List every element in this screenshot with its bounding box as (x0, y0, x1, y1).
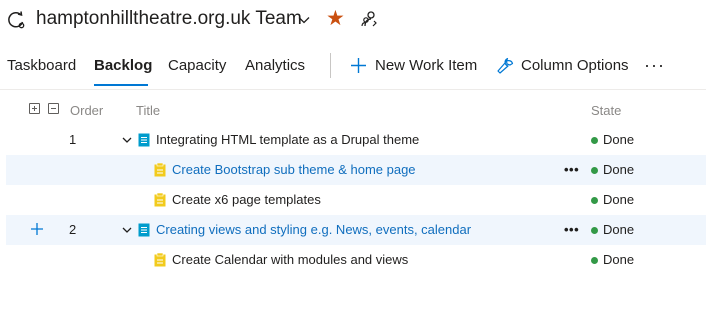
column-header-state[interactable]: State (591, 103, 621, 118)
star-icon[interactable]: ★ (326, 7, 345, 31)
expand-all-button[interactable] (29, 103, 40, 114)
tab-taskboard[interactable]: Taskboard (7, 57, 76, 74)
active-tab-indicator (94, 84, 148, 86)
backlog-row[interactable]: 2 Creating views and styling e.g. News, … (6, 215, 706, 245)
collapse-all-button[interactable] (48, 103, 59, 114)
task-icon (154, 253, 166, 267)
work-item-state[interactable]: Done (603, 155, 634, 185)
work-item-state[interactable]: Done (603, 125, 634, 155)
toolbar-divider (330, 53, 331, 78)
work-item-title[interactable]: Create x6 page templates (172, 185, 321, 215)
state-done-indicator (591, 197, 598, 204)
work-item-state[interactable]: Done (603, 215, 634, 245)
row-more-button[interactable]: ••• (564, 215, 579, 245)
row-more-button[interactable]: ••• (564, 155, 579, 185)
people-settings-icon[interactable] (360, 9, 380, 29)
work-item-title[interactable]: Creating views and styling e.g. News, ev… (156, 215, 471, 245)
product-backlog-item-icon (138, 223, 150, 237)
state-done-indicator (591, 167, 598, 174)
work-item-title[interactable]: Create Calendar with modules and views (172, 245, 408, 275)
task-icon (154, 163, 166, 177)
column-header-title[interactable]: Title (136, 103, 160, 118)
tab-analytics[interactable]: Analytics (245, 57, 305, 74)
tab-capacity[interactable]: Capacity (168, 57, 226, 74)
add-child-plus-icon[interactable] (30, 222, 44, 236)
task-icon (154, 193, 166, 207)
work-item-state[interactable]: Done (603, 245, 634, 275)
new-work-item-button[interactable]: New Work Item (375, 57, 477, 74)
team-name[interactable]: hamptonhilltheatre.org.uk Team (36, 8, 302, 30)
work-item-state[interactable]: Done (603, 185, 634, 215)
product-backlog-item-icon (138, 133, 150, 147)
backlog-row[interactable]: Create Bootstrap sub theme & home page •… (6, 155, 706, 185)
backlog-row[interactable]: 1 Integrating HTML template as a Drupal … (6, 125, 706, 155)
backlog-row[interactable]: Create Calendar with modules and views D… (6, 245, 706, 275)
column-options-button[interactable]: Column Options (521, 57, 629, 74)
more-actions-button[interactable]: ··· (644, 55, 665, 76)
work-item-title[interactable]: Integrating HTML template as a Drupal th… (156, 125, 419, 155)
row-order: 1 (69, 132, 77, 147)
chevron-down-icon[interactable] (121, 134, 133, 146)
state-done-indicator (591, 257, 598, 264)
tab-backlog[interactable]: Backlog (94, 57, 152, 74)
header-divider (0, 89, 706, 90)
chevron-down-icon[interactable] (121, 224, 133, 236)
state-done-indicator (591, 137, 598, 144)
team-switch-icon[interactable] (6, 10, 26, 30)
chevron-down-icon[interactable] (298, 14, 310, 26)
column-header-order[interactable]: Order (70, 103, 103, 118)
wrench-icon[interactable] (497, 57, 514, 74)
work-item-title[interactable]: Create Bootstrap sub theme & home page (172, 155, 416, 185)
backlog-row[interactable]: Create x6 page templates Done (6, 185, 706, 215)
row-order: 2 (69, 222, 77, 237)
plus-icon[interactable] (350, 57, 367, 74)
state-done-indicator (591, 227, 598, 234)
